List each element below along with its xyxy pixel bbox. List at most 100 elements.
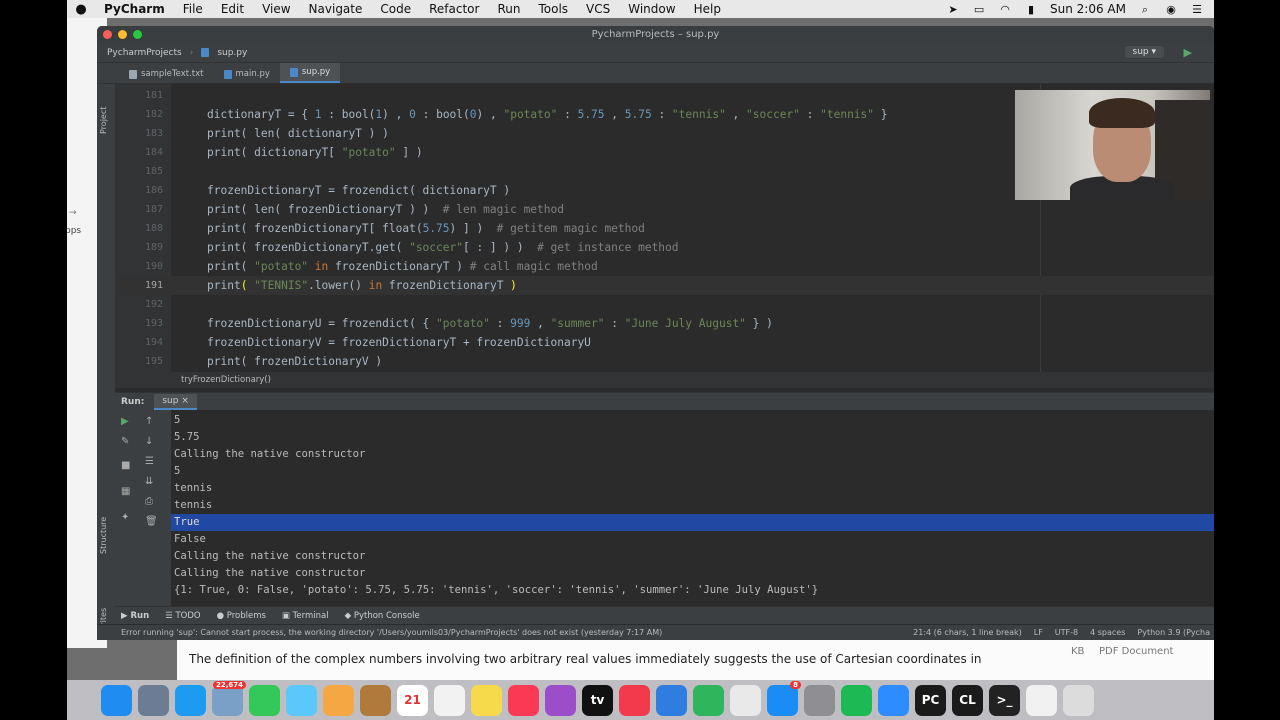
line-number[interactable]: 193	[115, 314, 163, 333]
dock-facetime-icon[interactable]	[249, 684, 280, 716]
line-number[interactable]: 182	[115, 105, 163, 124]
zoom-window-button[interactable]	[133, 30, 142, 39]
dock-launchpad-icon[interactable]	[138, 684, 169, 716]
dock-stickies-icon[interactable]	[471, 684, 502, 716]
dock-pycharm-icon[interactable]: PC	[915, 684, 946, 716]
editor-breadcrumb[interactable]: tryFrozenDictionary()	[115, 372, 1214, 388]
pin-icon[interactable]: ✦	[121, 512, 129, 523]
status-encoding[interactable]: UTF-8	[1055, 625, 1078, 640]
console-output-line[interactable]: False	[171, 531, 1214, 548]
tool-tab-terminal[interactable]: ▣ Terminal	[282, 611, 329, 621]
dock-finder-icon[interactable]	[101, 684, 132, 716]
battery-icon[interactable]: ▮	[1024, 4, 1038, 15]
tool-tab-todo[interactable]: ☰ TODO	[165, 611, 200, 621]
console-output-line[interactable]: tennis	[171, 497, 1214, 514]
menu-navigate[interactable]: Navigate	[300, 2, 372, 16]
minimize-window-button[interactable]	[118, 30, 127, 39]
control-center-icon[interactable]: ☰	[1190, 4, 1204, 15]
menu-app[interactable]: PyCharm	[95, 2, 174, 16]
run-config-dropdown[interactable]: sup ▾	[1124, 46, 1164, 58]
structure-tool-window-tab[interactable]: Structure	[99, 517, 108, 554]
scroll-down-icon[interactable]: ↓	[145, 436, 153, 447]
dock-terminal-icon[interactable]: >_	[989, 684, 1020, 716]
line-number[interactable]: 185	[115, 162, 163, 181]
line-number[interactable]: 188	[115, 219, 163, 238]
status-message[interactable]: Error running 'sup': Cannot start proces…	[121, 628, 662, 637]
console-output-line[interactable]: 5	[171, 412, 1214, 429]
dock-keynote-icon[interactable]	[656, 684, 687, 716]
menu-code[interactable]: Code	[371, 2, 420, 16]
code-line[interactable]: 188 print( frozenDictionaryT[ float(5.75)…	[115, 219, 1214, 238]
dock-zoom-icon[interactable]	[878, 684, 909, 716]
menu-refactor[interactable]: Refactor	[420, 2, 488, 16]
menu-help[interactable]: Help	[685, 2, 730, 16]
console-output-line[interactable]: True	[171, 514, 1214, 531]
console-output-line[interactable]: tennis	[171, 480, 1214, 497]
tab-sup[interactable]: sup.py	[279, 63, 341, 83]
apple-menu-icon[interactable]: ●	[67, 2, 95, 17]
tool-tab-problems[interactable]: ● Problems	[217, 611, 266, 621]
line-number[interactable]: 191	[115, 276, 163, 295]
close-window-button[interactable]	[103, 30, 112, 39]
status-interpreter[interactable]: Python 3.9 (Pycha	[1137, 625, 1210, 640]
menu-edit[interactable]: Edit	[212, 2, 253, 16]
line-number[interactable]: 181	[115, 86, 163, 105]
dock-spotify-icon[interactable]	[841, 684, 872, 716]
line-number[interactable]: 190	[115, 257, 163, 276]
menu-file[interactable]: File	[174, 2, 212, 16]
line-number[interactable]: 183	[115, 124, 163, 143]
dock-music-icon[interactable]	[508, 684, 539, 716]
console-output-line[interactable]: Calling the native constructor	[171, 446, 1214, 463]
line-number[interactable]: 186	[115, 181, 163, 200]
console-output-line[interactable]: 5	[171, 463, 1214, 480]
dock-podcasts-icon[interactable]	[545, 684, 576, 716]
menu-view[interactable]: View	[253, 2, 299, 16]
dock-calendar-icon[interactable]: 21	[397, 684, 428, 716]
run-play-icon[interactable]: ▶	[1184, 46, 1192, 59]
dock-messages-icon[interactable]	[286, 684, 317, 716]
console-output-line[interactable]: Calling the native constructor	[171, 565, 1214, 582]
tool-tab-python-console[interactable]: ◆ Python Console	[345, 611, 420, 621]
clear-trash-icon[interactable]: 🗑	[145, 516, 158, 527]
siri-icon[interactable]: ◉	[1164, 4, 1178, 15]
status-position[interactable]: 21:4 (6 chars, 1 line break)	[913, 625, 1022, 640]
dock-news-icon[interactable]	[619, 684, 650, 716]
menubar-clock[interactable]: Sun 2:06 AM	[1050, 2, 1126, 16]
menu-run[interactable]: Run	[488, 2, 529, 16]
code-line[interactable]: 195 print( frozenDictionaryV )	[115, 352, 1214, 371]
status-line-separator[interactable]: LF	[1034, 625, 1043, 640]
code-line[interactable]: 191 print( "TENNIS".lower() in frozenDict…	[115, 276, 1214, 295]
rerun-icon[interactable]: ▶	[121, 416, 129, 427]
console-output-line[interactable]: 5.75	[171, 429, 1214, 446]
code-line[interactable]: 189 print( frozenDictionaryT.get( "soccer…	[115, 238, 1214, 257]
dock-system-preferences-icon[interactable]	[804, 684, 835, 716]
scroll-up-icon[interactable]: ↑	[145, 416, 153, 427]
dock-chrome-icon[interactable]	[730, 684, 761, 716]
tab-main[interactable]: main.py	[214, 65, 280, 83]
airplay-icon[interactable]: ▭	[972, 4, 986, 15]
console-output-line[interactable]: Calling the native constructor	[171, 548, 1214, 565]
line-number[interactable]: 184	[115, 143, 163, 162]
tab-sampletext[interactable]: sampleText.txt	[119, 65, 214, 83]
dock-reminders-icon[interactable]	[434, 684, 465, 716]
line-number[interactable]: 189	[115, 238, 163, 257]
run-tab-sup[interactable]: sup ×	[154, 393, 197, 410]
tool-tab-run[interactable]: ▶ Run	[121, 611, 149, 621]
soft-wrap-icon[interactable]: ☰	[145, 456, 154, 467]
menu-window[interactable]: Window	[619, 2, 684, 16]
dock-safari-icon[interactable]	[175, 684, 206, 716]
menu-tools[interactable]: Tools	[529, 2, 577, 16]
line-number[interactable]: 194	[115, 333, 163, 352]
console-output-line[interactable]: {1: True, 0: False, 'potato': 5.75, 5.75…	[171, 582, 1214, 599]
code-line[interactable]: 190 print( "potato" in frozenDictionaryT …	[115, 257, 1214, 276]
line-number[interactable]: 195	[115, 352, 163, 371]
stop-icon[interactable]: ■	[121, 460, 130, 471]
wrench-icon[interactable]: ✎	[121, 436, 129, 447]
wifi-icon[interactable]: ◠	[998, 4, 1012, 15]
dock-preview-icon[interactable]: 22,674	[212, 680, 246, 716]
dock-document-icon[interactable]	[1026, 684, 1057, 716]
line-number[interactable]: 192	[115, 295, 163, 314]
dock-notes-book-icon[interactable]	[360, 684, 391, 716]
spotlight-search-icon[interactable]: ⌕	[1138, 4, 1152, 15]
scroll-to-end-icon[interactable]: ⇊	[145, 476, 153, 487]
